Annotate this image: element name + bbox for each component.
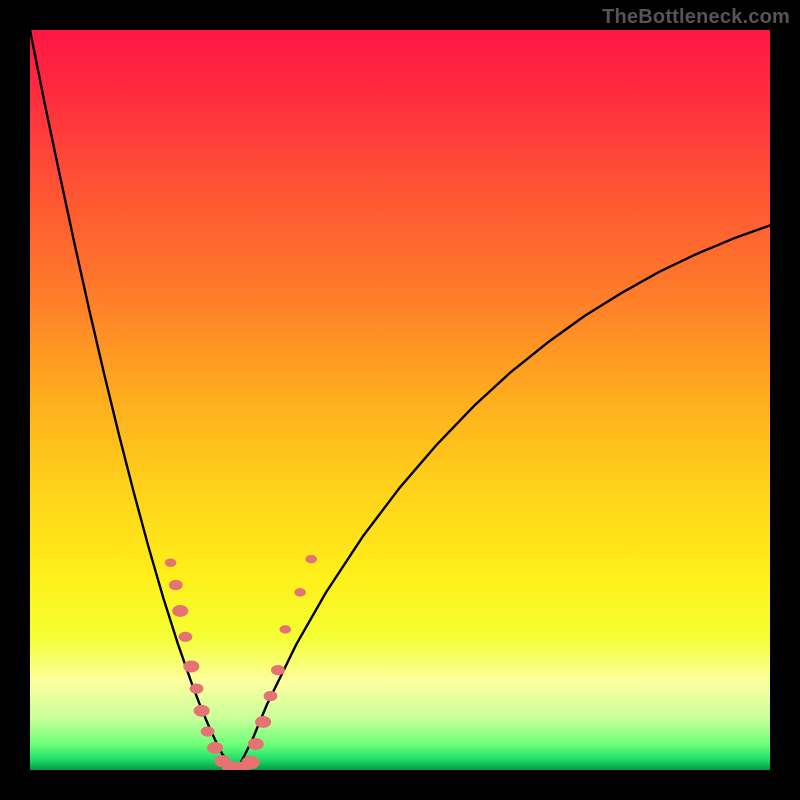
data-marker bbox=[201, 726, 215, 736]
data-marker bbox=[169, 580, 183, 590]
data-marker bbox=[183, 660, 199, 672]
data-marker bbox=[172, 605, 188, 617]
data-marker bbox=[241, 756, 259, 770]
data-marker bbox=[264, 691, 278, 701]
data-marker bbox=[305, 555, 317, 564]
data-marker bbox=[179, 632, 193, 642]
chart-plot-area bbox=[30, 30, 770, 770]
data-marker bbox=[194, 705, 210, 717]
chart-svg bbox=[30, 30, 770, 770]
data-marker bbox=[165, 559, 177, 568]
chart-background bbox=[30, 30, 770, 770]
data-marker bbox=[248, 738, 264, 750]
watermark-text: TheBottleneck.com bbox=[602, 6, 790, 29]
data-marker bbox=[271, 665, 285, 675]
data-marker bbox=[190, 684, 204, 694]
app-frame: TheBottleneck.com bbox=[0, 0, 800, 800]
data-marker bbox=[255, 716, 271, 728]
data-marker bbox=[280, 625, 292, 634]
data-marker bbox=[207, 742, 223, 754]
data-marker bbox=[294, 588, 306, 597]
